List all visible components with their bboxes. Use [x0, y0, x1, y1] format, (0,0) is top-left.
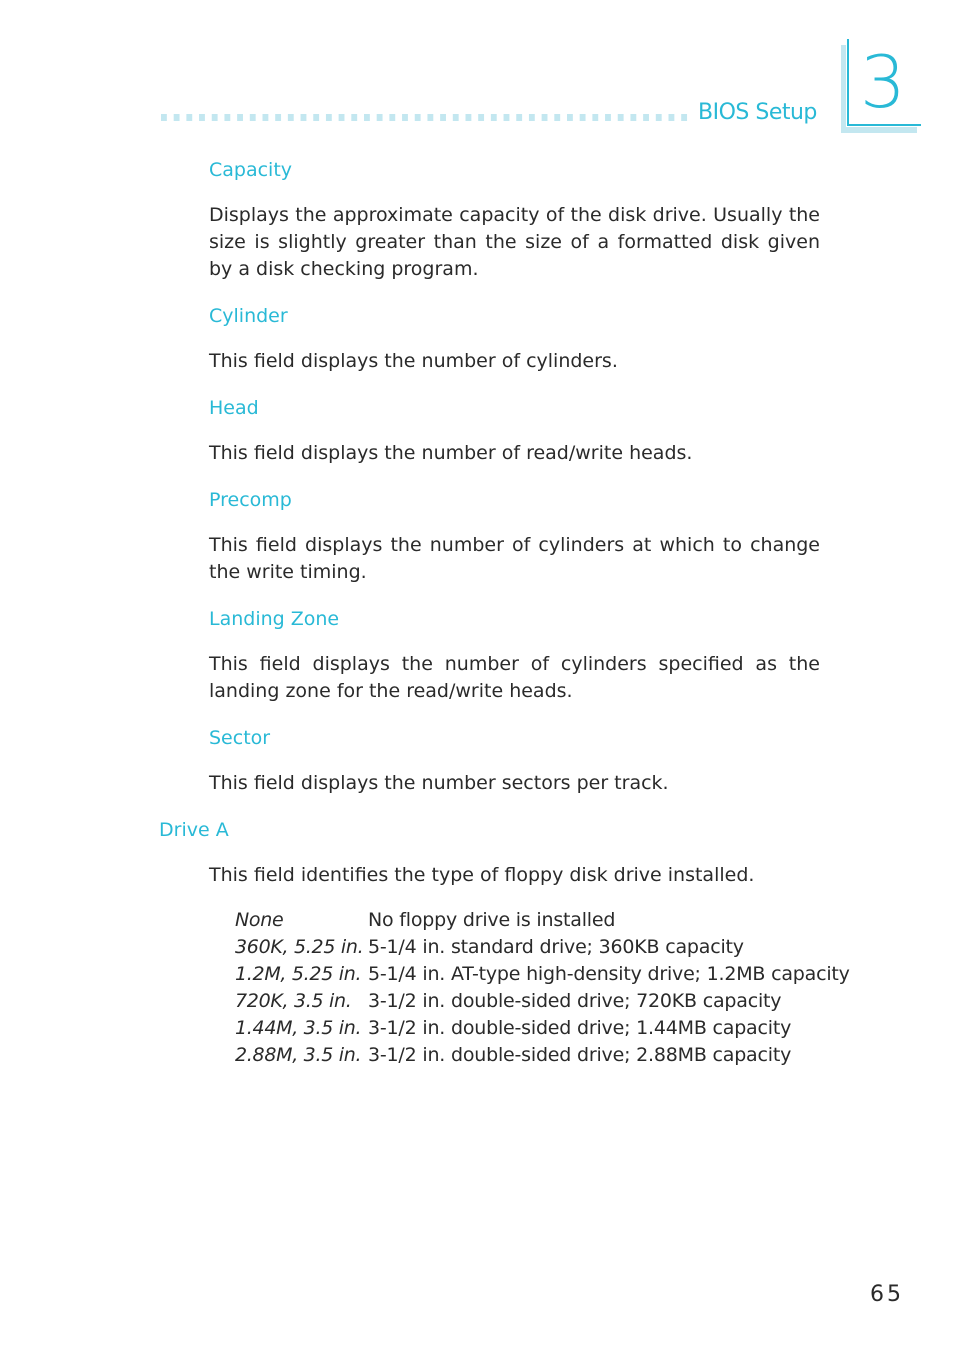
heading-capacity: Capacity	[209, 159, 293, 181]
header-dotted-rule	[161, 114, 691, 121]
option-key: 720K, 3.5 in.	[235, 990, 352, 1012]
drive-a-options-table: None No floppy drive is installed 360K, …	[235, 907, 850, 1069]
heading-drive-a: Drive A	[159, 819, 229, 841]
heading-sector: Sector	[209, 727, 271, 749]
heading-landing-zone: Landing Zone	[209, 608, 340, 630]
paragraph-landing-zone: This field displays the number of cylind…	[209, 653, 820, 702]
paragraph-head: This field displays the number of read/w…	[209, 442, 693, 464]
option-row: 1.2M, 5.25 in. 5-1/4 in. AT-type high-de…	[235, 961, 850, 988]
heading-head: Head	[209, 397, 259, 419]
chapter-frame-line	[847, 39, 849, 125]
chapter-frame-line	[847, 124, 921, 126]
option-desc: 3-1/2 in. double-sided drive; 1.44MB cap…	[368, 1017, 792, 1039]
paragraph-drive-a: This field identifies the type of floppy…	[209, 864, 755, 886]
option-row: None No floppy drive is installed	[235, 907, 850, 934]
chapter-number: 3	[860, 40, 906, 124]
chapter-frame-shadow	[841, 127, 917, 133]
paragraph-capacity: Displays the approximate capacity of the…	[209, 204, 820, 280]
section-title: BIOS Setup	[698, 100, 817, 125]
heading-cylinder: Cylinder	[209, 305, 288, 327]
option-row: 2.88M, 3.5 in. 3-1/2 in. double-sided dr…	[235, 1042, 850, 1069]
option-desc: 3-1/2 in. double-sided drive; 720KB capa…	[368, 990, 782, 1012]
chapter-frame-shadow	[841, 45, 846, 133]
option-key: 1.44M, 3.5 in.	[235, 1017, 362, 1039]
option-key: 1.2M, 5.25 in.	[235, 963, 362, 985]
paragraph-sector: This field displays the number sectors p…	[209, 772, 669, 794]
page-number: 65	[870, 1282, 904, 1307]
paragraph-cylinder: This field displays the number of cylind…	[209, 350, 618, 372]
option-key: 360K, 5.25 in.	[235, 936, 364, 958]
option-desc: 5-1/4 in. standard drive; 360KB capacity	[368, 936, 744, 958]
option-row: 1.44M, 3.5 in. 3-1/2 in. double-sided dr…	[235, 1015, 850, 1042]
option-row: 360K, 5.25 in. 5-1/4 in. standard drive;…	[235, 934, 850, 961]
option-desc: No floppy drive is installed	[368, 909, 616, 931]
heading-precomp: Precomp	[209, 489, 292, 511]
option-row: 720K, 3.5 in. 3-1/2 in. double-sided dri…	[235, 988, 850, 1015]
option-desc: 5-1/4 in. AT-type high-density drive; 1.…	[368, 963, 850, 985]
paragraph-precomp: This field displays the number of cylind…	[209, 534, 820, 583]
option-desc: 3-1/2 in. double-sided drive; 2.88MB cap…	[368, 1044, 792, 1066]
option-key: None	[235, 909, 284, 931]
option-key: 2.88M, 3.5 in.	[235, 1044, 362, 1066]
